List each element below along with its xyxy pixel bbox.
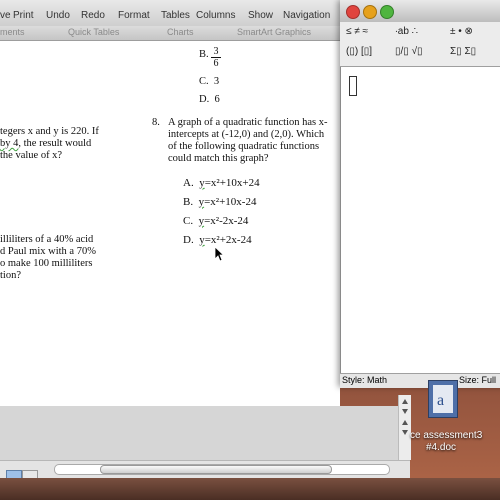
ribbon-tab-smartart[interactable]: SmartArt Graphics: [237, 27, 311, 37]
q8-option-b: B. y=x²+10x-24: [183, 196, 257, 208]
fences-palette[interactable]: (▯) [▯]: [346, 46, 372, 57]
fraction-denominator: 6: [213, 58, 219, 69]
relations-palette[interactable]: ≤ ≠ ≈: [346, 26, 368, 37]
vertical-scrollbar[interactable]: [398, 395, 411, 460]
option-d: D. 6: [199, 94, 220, 105]
option-c: C. 3: [199, 76, 220, 87]
toolbar-redo[interactable]: Redo: [81, 10, 105, 21]
q7-line1: illiliters of a 40% acid: [0, 234, 94, 245]
spelling-squiggle: by 4: [0, 138, 19, 149]
toolbar-undo[interactable]: Undo: [46, 10, 70, 21]
equation-status-bar: Style: Math Size: Full: [340, 373, 500, 388]
toolbar-show[interactable]: Show: [248, 10, 273, 21]
zoom-button-icon[interactable]: [380, 5, 394, 19]
q6-line3: the value of x?: [0, 150, 63, 161]
ribbon-tab-elements[interactable]: ments: [0, 27, 25, 37]
document-glyph-icon: a: [433, 385, 453, 413]
toolbar-print[interactable]: Print: [13, 10, 34, 21]
summations-palette[interactable]: Σ▯ Σ▯: [450, 46, 476, 57]
q6-line2: by 4, the result would: [0, 138, 92, 149]
q8-line2: intercepts at (-12,0) and (2,0). Which: [168, 129, 325, 140]
q7-line4: tion?: [0, 270, 21, 281]
q7-line3: o make 100 milliliters: [0, 258, 93, 269]
equation-slot-placeholder[interactable]: [349, 76, 357, 96]
q8-line4: could match this graph?: [168, 153, 269, 164]
ribbon-tab-quick-tables[interactable]: Quick Tables: [68, 27, 119, 37]
q6-line1: tegers x and y is 220. If: [0, 126, 99, 137]
window-background: [0, 406, 410, 460]
word-toolbar: ve Print Undo Redo Format Tables Columns…: [0, 0, 345, 27]
q8-line1: A graph of a quadratic function has x-: [168, 117, 328, 128]
scroll-arrows-icon: [402, 399, 408, 435]
operators-palette[interactable]: ± • ⊗: [450, 26, 473, 37]
toolbar-columns[interactable]: Columns: [196, 10, 235, 21]
size-label[interactable]: Size: Full: [459, 375, 496, 385]
word-document-icon[interactable]: a: [428, 380, 458, 418]
file-name-line2[interactable]: #4.doc: [426, 442, 456, 453]
fraction-numerator: 3: [211, 46, 221, 58]
toolbar-navigation[interactable]: Navigation: [283, 10, 330, 21]
mouse-pointer-icon: [214, 246, 224, 262]
equation-editor-titlebar[interactable]: [340, 0, 500, 23]
toolbar-tables[interactable]: Tables: [161, 10, 190, 21]
fraction: 3 6: [211, 46, 221, 69]
svg-text:a: a: [437, 392, 444, 409]
ribbon-tab-charts[interactable]: Charts: [167, 27, 194, 37]
equation-editing-area[interactable]: [341, 67, 500, 373]
q8-option-c: C. y=x²-2x-24: [183, 215, 249, 227]
toolbar-format[interactable]: Format: [118, 10, 150, 21]
q8-option-a: A. y=x²+10x+24: [183, 177, 260, 189]
file-name-line1[interactable]: ce assessment3: [410, 430, 482, 441]
close-button-icon[interactable]: [346, 5, 360, 19]
template-palette-row: (▯) [▯] ▯/▯ √▯ Σ▯ Σ▯: [340, 42, 500, 67]
style-label[interactable]: Style: Math: [342, 375, 387, 385]
ribbon-tabs: ments Quick Tables Charts SmartArt Graph…: [0, 26, 345, 41]
q8-option-d: D. y=x²+2x-24: [183, 234, 252, 246]
spaces-palette[interactable]: ∙ab ∴: [395, 26, 418, 37]
q7-line2: d Paul mix with a 70%: [0, 246, 96, 257]
horizontal-scroll-thumb[interactable]: [100, 465, 332, 474]
symbol-palette-row: ≤ ≠ ≈ ∙ab ∴ ± • ⊗: [340, 22, 500, 43]
minimize-button-icon[interactable]: [363, 5, 377, 19]
toolbar-save[interactable]: ve: [0, 10, 11, 21]
document-page[interactable]: B. 3 6 C. 3 D. 6 tegers x and y is 220. …: [0, 41, 340, 406]
q8-line3: of the following quadratic functions: [168, 141, 320, 152]
option-b: B.: [199, 49, 209, 60]
dock-strip: [0, 478, 500, 500]
fractions-palette[interactable]: ▯/▯ √▯: [395, 46, 423, 57]
q8-number: 8.: [152, 117, 160, 128]
